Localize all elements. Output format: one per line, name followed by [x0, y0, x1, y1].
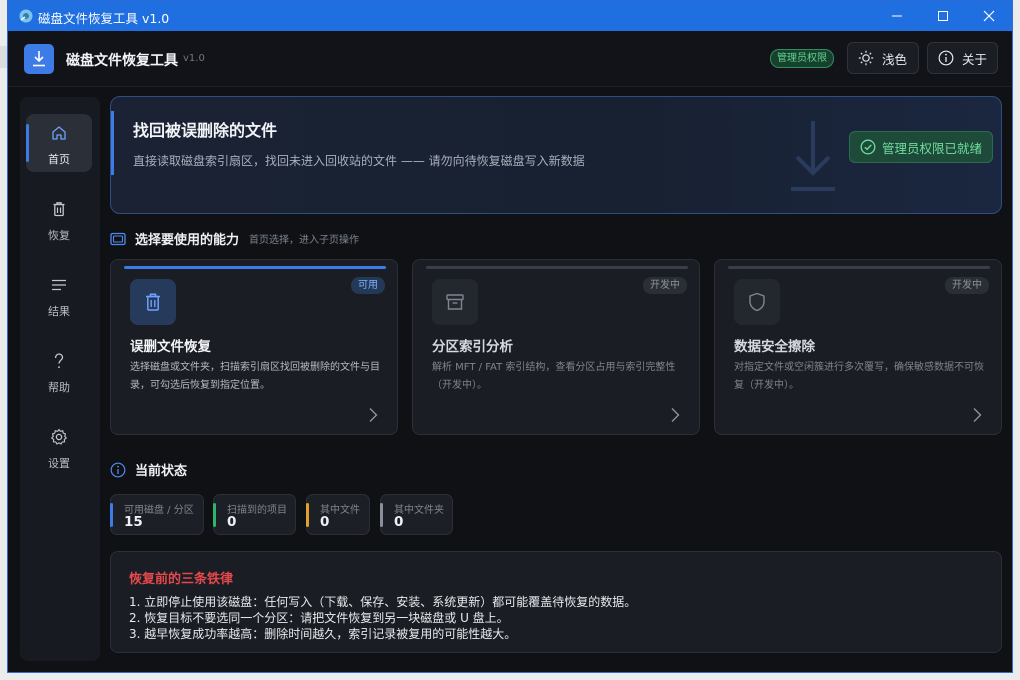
sidebar-item-home[interactable]: 首页: [26, 114, 92, 172]
hero-title: 找回被误删除的文件: [133, 121, 278, 140]
trash-icon: [53, 202, 65, 217]
info-icon: [938, 50, 954, 66]
about-button[interactable]: 关于: [927, 42, 998, 74]
card-partition-analysis[interactable]: 开发中 分区索引分析 解析 MFT / FAT 索引结构，查看分区占用与索引完整…: [412, 259, 700, 435]
sidebar: 首页 恢复 结果 帮助 设置: [20, 97, 100, 661]
sun-icon: [858, 50, 874, 66]
sidebar-item-recover[interactable]: 恢复: [26, 190, 92, 248]
app-window: 磁盘文件恢复工具 v1.0 磁盘文件恢复工具 v1.0 管理员权限 浅色 关于 …: [7, 0, 1013, 673]
stat-scanned-items: 扫描到的项目 0: [213, 494, 296, 535]
maximize-button[interactable]: [920, 1, 966, 31]
stat-accent-bar: [213, 503, 216, 527]
capabilities-title: 选择要使用的能力: [135, 233, 240, 248]
stat-accent-bar: [380, 503, 383, 527]
sidebar-item-results[interactable]: 结果: [26, 266, 92, 324]
hero-subtitle: 直接读取磁盘索引扇区，找回未进入回收站的文件 —— 请勿向待恢复磁盘写入新数据: [133, 154, 585, 168]
rules-panel: 恢复前的三条铁律 1. 立即停止使用该磁盘：任何写入（下载、保存、安装、系统更新…: [110, 551, 1002, 653]
card-file-recovery[interactable]: 可用 误删文件恢复 选择磁盘或文件夹，扫描索引扇区找回被删除的文件与目录，可勾选…: [110, 259, 398, 435]
card-accent-bar: [426, 266, 688, 269]
rule-item: 2. 恢复目标不要选同一个分区：请把文件恢复到另一块磁盘或 U 盘上。: [129, 611, 509, 625]
sidebar-item-help[interactable]: 帮助: [26, 342, 92, 400]
download-watermark-icon: [791, 121, 835, 191]
status-header: 当前状态: [110, 460, 187, 479]
stat-value: 15: [124, 514, 143, 530]
theme-toggle-label: 浅色: [882, 51, 908, 67]
info-icon: [110, 462, 126, 477]
app-logo: [24, 44, 54, 74]
about-label: 关于: [961, 51, 987, 67]
sidebar-item-label: 结果: [48, 305, 70, 318]
capabilities-hint: 首页选择，进入子页操作: [249, 235, 360, 246]
rule-item: 1. 立即停止使用该磁盘：任何写入（下载、保存、安装、系统更新）都可能覆盖待恢复…: [129, 595, 637, 609]
card-description: 对指定文件或空闲簇进行多次覆写，确保敏感数据不可恢复（开发中）。: [734, 362, 984, 391]
stat-value: 0: [320, 514, 330, 530]
card-status-tag: 开发中: [643, 277, 687, 294]
rules-title: 恢复前的三条铁律: [129, 572, 234, 587]
hero-banner: 找回被误删除的文件 直接读取磁盘索引扇区，找回未进入回收站的文件 —— 请勿向待…: [110, 96, 1002, 214]
app-icon: [19, 9, 33, 23]
card-title: 误删文件恢复: [130, 339, 211, 355]
maximize-icon: [938, 11, 948, 21]
shield-icon: [749, 292, 765, 312]
card-accent-bar: [728, 266, 990, 269]
chevron-right-icon: [973, 408, 982, 422]
status-title: 当前状态: [135, 464, 188, 479]
card-secure-erase[interactable]: 开发中 数据安全擦除 对指定文件或空闲簇进行多次覆写，确保敏感数据不可恢复（开发…: [714, 259, 1002, 435]
minimize-icon: [892, 15, 902, 17]
sidebar-item-label: 设置: [48, 457, 70, 470]
card-description: 选择磁盘或文件夹，扫描索引扇区找回被删除的文件与目录，可勾选后恢复到指定位置。: [130, 362, 380, 391]
app-name: 磁盘文件恢复工具: [66, 53, 178, 69]
card-title: 分区索引分析: [432, 339, 513, 355]
sidebar-item-label: 首页: [48, 153, 70, 166]
download-icon: [33, 51, 45, 67]
app-version: v1.0: [183, 53, 205, 64]
sidebar-item-label: 帮助: [48, 381, 70, 394]
stat-folders: 其中文件夹 0: [380, 494, 453, 535]
admin-badge: 管理员权限: [770, 49, 834, 68]
stat-files: 其中文件 0: [306, 494, 370, 535]
card-icon-box: [734, 279, 780, 325]
close-icon: [983, 10, 995, 22]
question-icon: [54, 353, 64, 369]
archive-icon: [446, 294, 464, 310]
title-bar[interactable]: 磁盘文件恢复工具 v1.0: [8, 1, 1012, 31]
gear-icon: [51, 428, 67, 445]
card-description: 解析 MFT / FAT 索引结构，查看分区占用与索引完整性（开发中）。: [432, 362, 676, 391]
minimize-button[interactable]: [874, 1, 920, 31]
chevron-right-icon: [671, 408, 680, 422]
chevron-right-icon: [369, 408, 378, 422]
layers-icon: [110, 232, 126, 245]
window-title: 磁盘文件恢复工具 v1.0: [38, 11, 170, 26]
home-icon: [52, 126, 66, 140]
admin-ready-badge: 管理员权限已就绪: [849, 131, 994, 163]
rule-item: 3. 越早恢复成功率越高：删除时间越久，索引记录被复用的可能性越大。: [129, 627, 517, 641]
app-header: 磁盘文件恢复工具 v1.0 管理员权限 浅色 关于: [8, 31, 1012, 87]
admin-ready-label: 管理员权限已就绪: [882, 140, 983, 156]
close-button[interactable]: [966, 1, 1012, 31]
stat-accent-bar: [306, 503, 309, 527]
trash-icon: [146, 293, 160, 311]
background-edge: [0, 46, 7, 68]
theme-toggle-button[interactable]: 浅色: [847, 42, 919, 74]
sidebar-item-label: 恢复: [48, 229, 70, 242]
card-status-tag: 可用: [351, 277, 385, 294]
card-icon-box: [130, 279, 176, 325]
list-icon: [52, 279, 66, 291]
card-accent-bar: [124, 266, 386, 269]
sidebar-item-settings[interactable]: 设置: [26, 418, 92, 476]
card-title: 数据安全擦除: [734, 339, 815, 355]
card-icon-box: [432, 279, 478, 325]
card-status-tag: 开发中: [945, 277, 989, 294]
check-circle-icon: [860, 139, 876, 155]
stat-accent-bar: [110, 503, 113, 527]
stat-value: 0: [394, 514, 404, 530]
stat-available-disks: 可用磁盘 / 分区 15: [110, 494, 204, 535]
stat-value: 0: [227, 514, 237, 530]
capabilities-header: 选择要使用的能力 首页选择，进入子页操作: [110, 229, 359, 248]
